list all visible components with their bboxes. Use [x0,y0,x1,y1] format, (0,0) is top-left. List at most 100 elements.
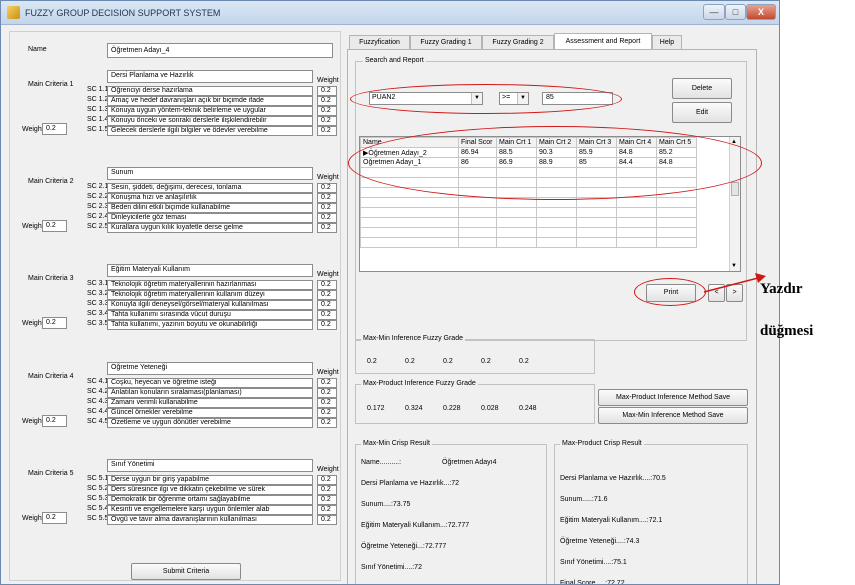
maxprod-crisp-line: Eğitim Materyali Kullanım....:72.1 [560,517,663,524]
sub-criteria-weight-field[interactable]: 0.2 [317,193,337,203]
main-criteria-name-field[interactable]: Sınıf Yönetimi [107,459,313,472]
sub-criteria-field[interactable]: Konuyla ilgili deneysel/görsel/materyal … [107,300,313,310]
sub-criteria-code: SC 2.2 [87,193,109,200]
main-criteria-weight-field[interactable]: 0.2 [42,317,67,329]
sub-criteria-field[interactable]: Teknolojik öğretim materyallerinin kulla… [107,290,313,300]
empty-cell [458,227,497,238]
sub-criteria-field[interactable]: Konuyu önceki ve sonraki derslerle ilişk… [107,116,313,126]
sub-criteria-code: SC 5.1 [87,475,109,482]
annotation-label-line1: Yazdır [760,281,803,297]
maximize-button[interactable]: □ [725,4,746,20]
sub-criteria-code: SC 2.1 [87,183,109,190]
weight-label: Weight [22,418,44,425]
sub-criteria-weight-field[interactable]: 0.2 [317,398,337,408]
empty-cell [616,227,657,238]
delete-button[interactable]: Delete [672,78,732,99]
empty-cell [496,207,537,218]
sub-criteria-weight-field[interactable]: 0.2 [317,485,337,495]
sub-criteria-weight-field[interactable]: 0.2 [317,203,337,213]
results-highlight-ellipse [348,126,762,200]
sub-criteria-field[interactable]: Derse uygun bir giriş yapabilme [107,475,313,485]
tab-assessment-and-report[interactable]: Assessment and Report [554,33,652,49]
tab-fuzzy-grading-2[interactable]: Fuzzy Grading 2 [482,35,554,49]
weight-label: Weight [22,320,44,327]
main-criteria-name-field[interactable]: Dersi Planlama ve Hazırlık [107,70,313,83]
sub-criteria-field[interactable]: Konuşma hızı ve anlaşılırlık [107,193,313,203]
sub-criteria-weight-field[interactable]: 0.2 [317,310,337,320]
sub-criteria-weight-field[interactable]: 0.2 [317,388,337,398]
main-criteria-name-field[interactable]: Eğitim Materyali Kullanım [107,264,313,277]
sub-criteria-field[interactable]: Amaç ve hedef davranışları açık bir biçi… [107,96,313,106]
maxmin-grade-value: 0.2 [481,358,491,365]
maxmin-save-button[interactable]: Max-Min Inference Method Save [598,407,748,424]
scroll-thumb[interactable] [731,182,739,196]
sub-criteria-weight-field[interactable]: 0.2 [317,116,337,126]
sub-criteria-weight-field[interactable]: 0.2 [317,300,337,310]
sub-criteria-field[interactable]: Tahta kullanımı sırasında vücut duruşu [107,310,313,320]
sub-criteria-code: SC 4.4 [87,408,109,415]
sub-criteria-field[interactable]: Tahta kullanımı, yazının boyutu ve okuna… [107,320,313,330]
sub-criteria-weight-field[interactable]: 0.2 [317,213,337,223]
sub-criteria-field[interactable]: Demokratik bir öğrenme ortamı sağlayabil… [107,495,313,505]
sub-criteria-weight-field[interactable]: 0.2 [317,408,337,418]
maxmin-crisp-line: Eğitim Materyali Kullanım...:72.777 [361,522,470,529]
sub-criteria-field[interactable]: Teknolojik öğretim materyallerinin hazır… [107,280,313,290]
sub-criteria-field[interactable]: Anlatılan konuların sıralaması(planlamas… [107,388,313,398]
close-button[interactable]: X [746,4,776,20]
sub-criteria-field[interactable]: Kesinti ve engellemelere karşı uygun önl… [107,505,313,515]
sub-criteria-field[interactable]: Ders süresince ilgi ve dikkatin çekebilm… [107,485,313,495]
empty-cell [458,217,497,228]
maxprod-grade-value: 0.228 [443,405,461,412]
sub-criteria-field[interactable]: Konuya uygun yöntem-teknik belirleme ve … [107,106,313,116]
sub-criteria-weight-field[interactable]: 0.2 [317,223,337,233]
main-criteria-name-field[interactable]: Sunum [107,167,313,180]
sub-criteria-field[interactable]: Zamanı verimli kullanabilme [107,398,313,408]
sub-criteria-code: SC 2.4 [87,213,109,220]
sub-criteria-weight-field[interactable]: 0.2 [317,515,337,525]
main-criteria-weight-field[interactable]: 0.2 [42,415,67,427]
maxprod-save-button[interactable]: Max-Product Inference Method Save [598,389,748,406]
sub-criteria-field[interactable]: Övgü ve tavır alma davranışlarının kulla… [107,515,313,525]
sub-criteria-weight-field[interactable]: 0.2 [317,86,337,96]
sub-criteria-field[interactable]: Özetleme ve uygun dönütler verebilme [107,418,313,428]
sub-criteria-weight-field[interactable]: 0.2 [317,106,337,116]
sub-criteria-field[interactable]: Coşku, heyecan ve öğretme isteği [107,378,313,388]
main-criteria-weight-field[interactable]: 0.2 [42,512,67,524]
sub-criteria-field[interactable]: Gelecek derslerle ilgili bilgiler ve öde… [107,126,313,136]
sub-criteria-weight-field[interactable]: 0.2 [317,320,337,330]
sub-criteria-weight-field[interactable]: 0.2 [317,280,337,290]
print-highlight-ellipse [634,278,706,306]
sub-criteria-weight-field[interactable]: 0.2 [317,475,337,485]
sub-criteria-field[interactable]: Dinleyicilerle göz teması [107,213,313,223]
sub-criteria-field[interactable]: Beden dilini etkili biçimde kullanabilme [107,203,313,213]
tab-fuzzyfication[interactable]: Fuzzyfication [349,35,410,49]
search-highlight-ellipse [350,84,622,114]
weight-label: Weight [22,515,44,522]
sub-criteria-field[interactable]: Güncel örnekler verebilme [107,408,313,418]
minimize-button[interactable]: — [703,4,725,20]
sub-criteria-weight-field[interactable]: 0.2 [317,126,337,136]
tab-help[interactable]: Help [652,35,682,49]
empty-cell [360,207,459,218]
name-field[interactable]: Öğretmen Adayı_4 [107,43,333,58]
submit-criteria-button[interactable]: Submit Criteria [131,563,241,580]
sub-criteria-weight-field[interactable]: 0.2 [317,96,337,106]
main-criteria-name-field[interactable]: Öğretme Yeteneği [107,362,313,375]
name-label: Name [28,46,47,53]
sub-criteria-weight-field[interactable]: 0.2 [317,505,337,515]
sub-criteria-weight-field[interactable]: 0.2 [317,378,337,388]
main-criteria-weight-field[interactable]: 0.2 [42,220,67,232]
maxprod-grade-value: 0.172 [367,405,385,412]
sub-criteria-field[interactable]: Kurallara uygun kılık kıyafetle derse ge… [107,223,313,233]
edit-button[interactable]: Edit [672,102,732,123]
tab-fuzzy-grading-1[interactable]: Fuzzy Grading 1 [410,35,482,49]
sub-criteria-field[interactable]: Öğrenciyi derse hazırlama [107,86,313,96]
sub-criteria-weight-field[interactable]: 0.2 [317,183,337,193]
main-criteria-label: Main Criteria 2 [28,178,74,185]
sub-criteria-weight-field[interactable]: 0.2 [317,418,337,428]
sub-criteria-weight-field[interactable]: 0.2 [317,495,337,505]
main-criteria-weight-field[interactable]: 0.2 [42,123,67,135]
sub-criteria-field[interactable]: Sesin, şiddeti, değişimi, derecesi, tonl… [107,183,313,193]
sub-criteria-weight-field[interactable]: 0.2 [317,290,337,300]
title-bar: FUZZY GROUP DECISION SUPPORT SYSTEM — □ … [1,1,779,25]
